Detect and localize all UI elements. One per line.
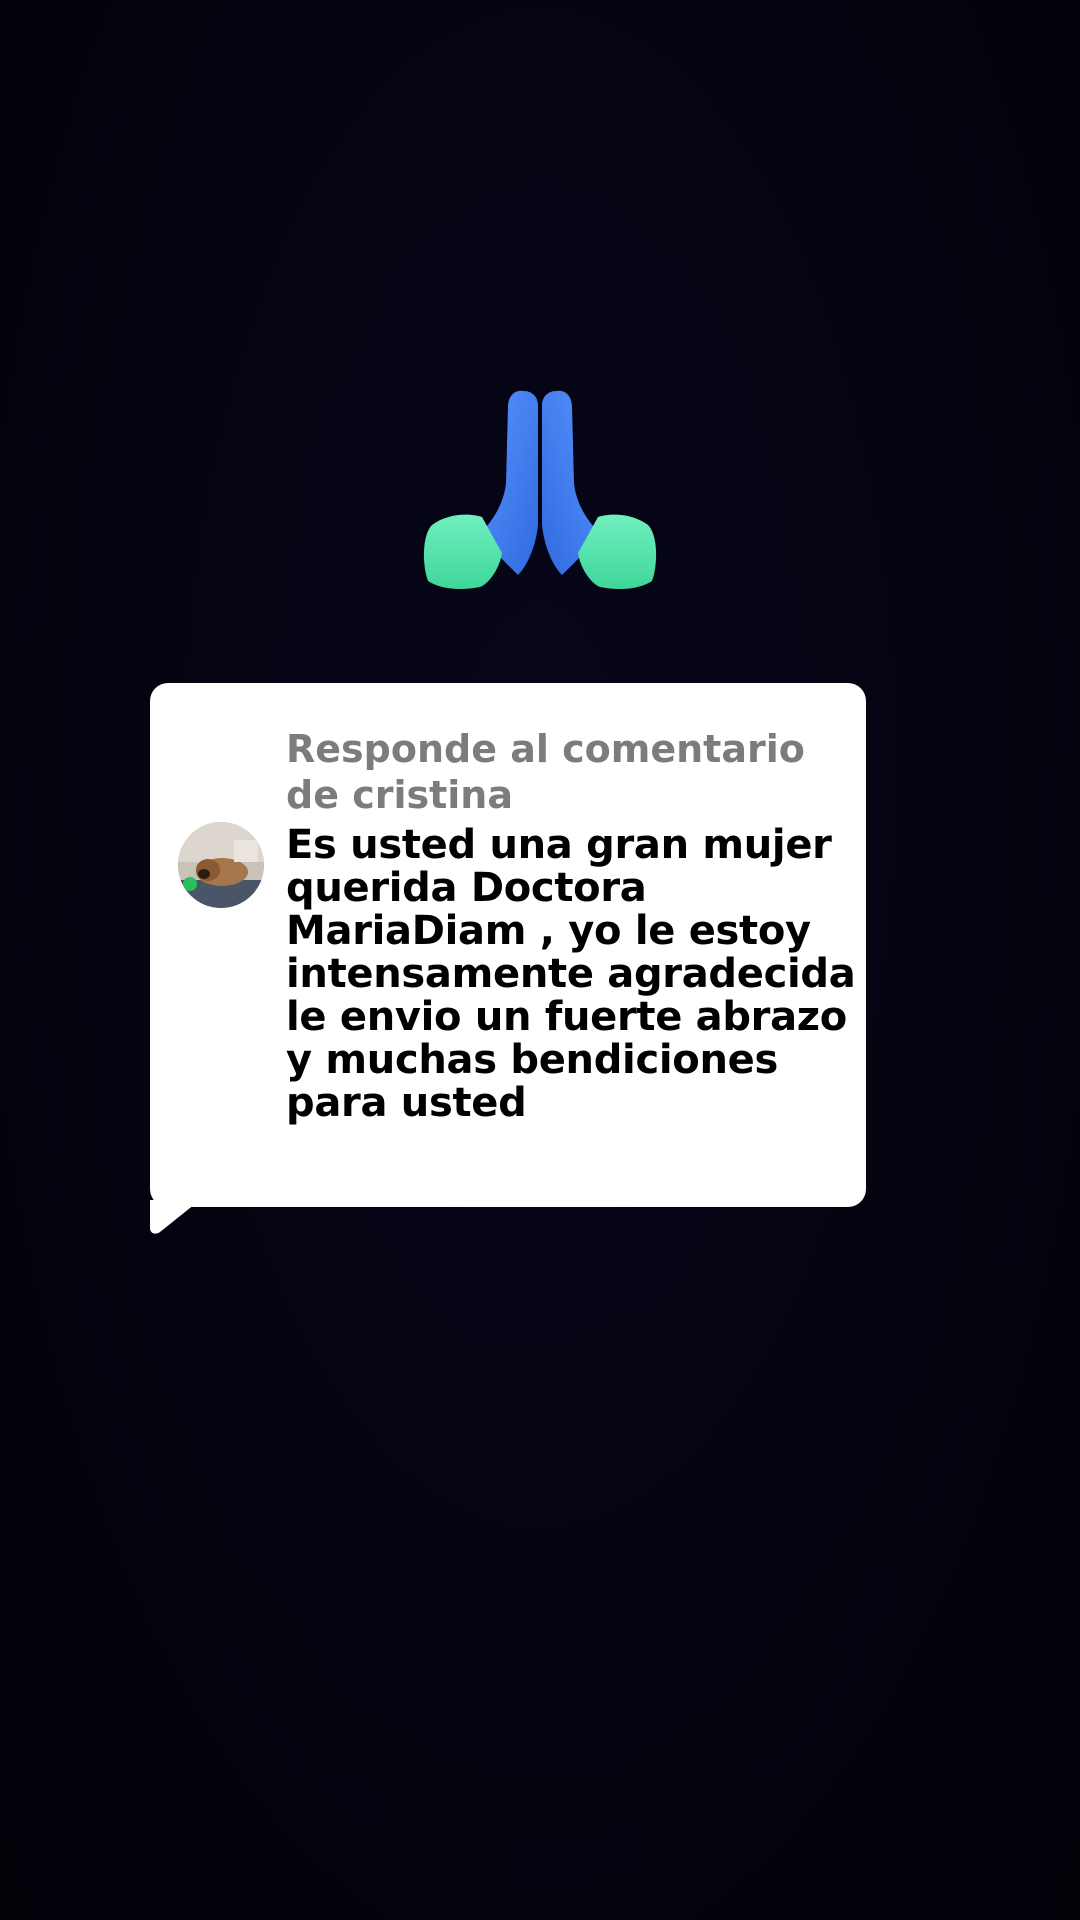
- video-background: Responde al comentario de cristina Es us…: [0, 0, 1080, 1920]
- commenter-avatar: [178, 822, 264, 908]
- reply-to-label: Responde al comentario de cristina: [286, 727, 805, 817]
- bubble-tail: [150, 1200, 200, 1234]
- comment-text: Es usted una gran mujer querida Doctora …: [286, 822, 856, 1126]
- folded-hands-icon: [423, 390, 657, 589]
